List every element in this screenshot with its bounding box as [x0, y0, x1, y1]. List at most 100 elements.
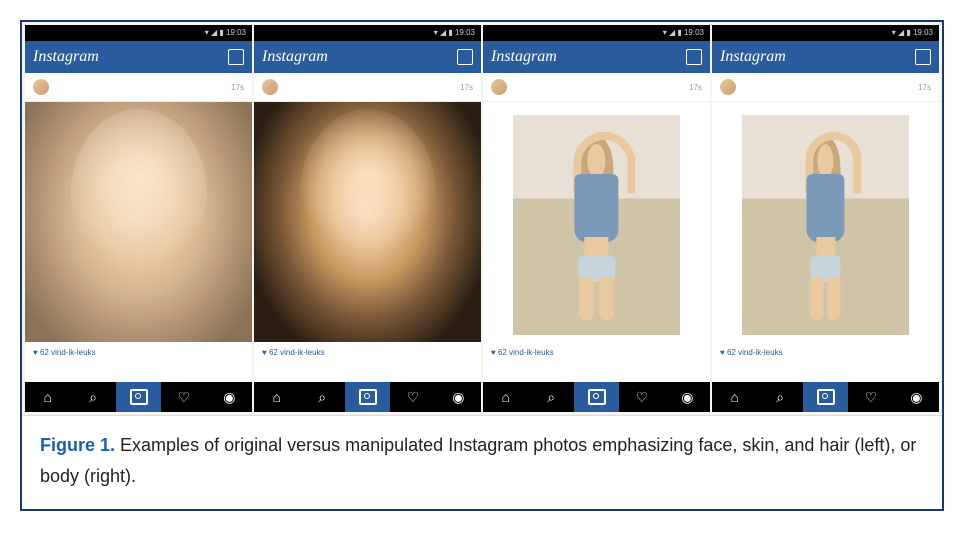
post-header: 17s	[25, 73, 252, 102]
search-icon: ⌕	[318, 389, 326, 406]
app-title: Instagram	[262, 48, 328, 66]
app-header: Instagram	[25, 41, 252, 73]
post-header: 17s	[483, 73, 710, 102]
body-placeholder	[742, 115, 910, 336]
status-bar: ▾ ◢ ▮ 19:03	[254, 25, 481, 41]
activity-icon: ♡	[407, 389, 420, 406]
nav-profile[interactable]: ◉	[207, 382, 252, 412]
phone-selfie-filtered: ▾ ◢ ▮ 19:03 Instagram 17s 62 vind-ik-leu…	[254, 25, 481, 412]
app-header: Instagram	[712, 41, 939, 73]
nav-search[interactable]: ⌕	[70, 382, 115, 412]
status-bar: ▾ ◢ ▮ 19:03	[712, 25, 939, 41]
caption-text: Examples of original versus manipulated …	[40, 435, 916, 486]
status-indicators: ▾ ◢ ▮	[892, 28, 911, 37]
camera-icon	[588, 389, 606, 405]
figure-container: ▾ ◢ ▮ 19:03 Instagram 17s 62 vind-ik-leu…	[20, 20, 944, 511]
app-title: Instagram	[720, 48, 786, 66]
nav-camera[interactable]	[574, 382, 619, 412]
nav-activity[interactable]: ♡	[390, 382, 435, 412]
phone-body-filtered: ▾ ◢ ▮ 19:03 Instagram 17s	[712, 25, 939, 412]
home-icon: ⌂	[43, 389, 51, 405]
nav-profile[interactable]: ◉	[665, 382, 710, 412]
nav-camera[interactable]	[116, 382, 161, 412]
nav-activity[interactable]: ♡	[848, 382, 893, 412]
home-icon: ⌂	[730, 389, 738, 405]
post-timestamp: 17s	[460, 83, 473, 92]
post-image[interactable]	[483, 102, 710, 342]
nav-search[interactable]: ⌕	[757, 382, 802, 412]
phone-selfie-original: ▾ ◢ ▮ 19:03 Instagram 17s 62 vind-ik-leu…	[25, 25, 252, 412]
post-image[interactable]	[25, 102, 252, 342]
bottom-nav: ⌂ ⌕ ♡ ◉	[254, 382, 481, 412]
search-icon: ⌕	[89, 389, 97, 406]
likes-count[interactable]: 62 vind-ik-leuks	[712, 342, 939, 382]
face-placeholder	[70, 109, 206, 277]
likes-count[interactable]: 62 vind-ik-leuks	[483, 342, 710, 382]
profile-icon: ◉	[223, 389, 235, 406]
bottom-nav: ⌂ ⌕ ♡ ◉	[483, 382, 710, 412]
avatar[interactable]	[33, 79, 49, 95]
inbox-icon[interactable]	[457, 49, 473, 65]
face-placeholder	[299, 109, 435, 277]
nav-activity[interactable]: ♡	[161, 382, 206, 412]
nav-home[interactable]: ⌂	[25, 382, 70, 412]
app-header: Instagram	[483, 41, 710, 73]
search-icon: ⌕	[547, 389, 555, 406]
nav-search[interactable]: ⌕	[528, 382, 573, 412]
figure-caption: Figure 1. Examples of original versus ma…	[22, 416, 942, 509]
bottom-nav: ⌂ ⌕ ♡ ◉	[25, 382, 252, 412]
post-image[interactable]	[254, 102, 481, 342]
status-time: 19:03	[684, 28, 704, 37]
status-time: 19:03	[913, 28, 933, 37]
camera-icon	[359, 389, 377, 405]
app-header: Instagram	[254, 41, 481, 73]
activity-icon: ♡	[865, 389, 878, 406]
inbox-icon[interactable]	[686, 49, 702, 65]
home-icon: ⌂	[501, 389, 509, 405]
nav-camera[interactable]	[803, 382, 848, 412]
app-title: Instagram	[491, 48, 557, 66]
likes-count[interactable]: 62 vind-ik-leuks	[25, 342, 252, 382]
status-bar: ▾ ◢ ▮ 19:03	[25, 25, 252, 41]
nav-home[interactable]: ⌂	[254, 382, 299, 412]
status-indicators: ▾ ◢ ▮	[205, 28, 224, 37]
post-header: 17s	[254, 73, 481, 102]
app-title: Instagram	[33, 48, 99, 66]
status-time: 19:03	[455, 28, 475, 37]
nav-activity[interactable]: ♡	[619, 382, 664, 412]
nav-home[interactable]: ⌂	[712, 382, 757, 412]
post-header: 17s	[712, 73, 939, 102]
body-placeholder	[513, 115, 681, 336]
phones-row: ▾ ◢ ▮ 19:03 Instagram 17s 62 vind-ik-leu…	[22, 22, 942, 416]
caption-label: Figure 1.	[40, 435, 115, 455]
nav-camera[interactable]	[345, 382, 390, 412]
nav-profile[interactable]: ◉	[436, 382, 481, 412]
camera-icon	[817, 389, 835, 405]
activity-icon: ♡	[636, 389, 649, 406]
status-indicators: ▾ ◢ ▮	[663, 28, 682, 37]
avatar[interactable]	[262, 79, 278, 95]
inbox-icon[interactable]	[228, 49, 244, 65]
profile-icon: ◉	[452, 389, 464, 406]
avatar[interactable]	[720, 79, 736, 95]
status-bar: ▾ ◢ ▮ 19:03	[483, 25, 710, 41]
avatar[interactable]	[491, 79, 507, 95]
profile-icon: ◉	[910, 389, 922, 406]
likes-count[interactable]: 62 vind-ik-leuks	[254, 342, 481, 382]
bottom-nav: ⌂ ⌕ ♡ ◉	[712, 382, 939, 412]
nav-profile[interactable]: ◉	[894, 382, 939, 412]
status-time: 19:03	[226, 28, 246, 37]
post-image[interactable]	[712, 102, 939, 342]
post-timestamp: 17s	[689, 83, 702, 92]
nav-home[interactable]: ⌂	[483, 382, 528, 412]
post-timestamp: 17s	[231, 83, 244, 92]
search-icon: ⌕	[776, 389, 784, 406]
inbox-icon[interactable]	[915, 49, 931, 65]
profile-icon: ◉	[681, 389, 693, 406]
nav-search[interactable]: ⌕	[299, 382, 344, 412]
status-indicators: ▾ ◢ ▮	[434, 28, 453, 37]
camera-icon	[130, 389, 148, 405]
activity-icon: ♡	[178, 389, 191, 406]
post-timestamp: 17s	[918, 83, 931, 92]
home-icon: ⌂	[272, 389, 280, 405]
